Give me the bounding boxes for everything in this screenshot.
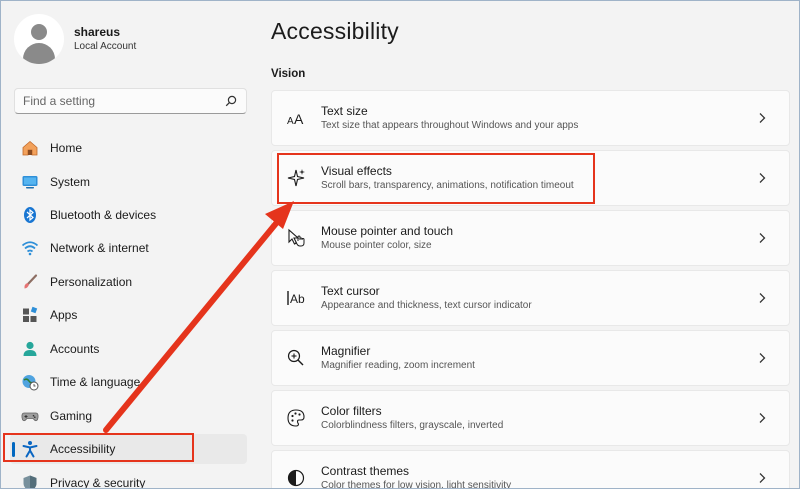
card-description: Magnifier reading, zoom increment	[321, 360, 475, 371]
palette-icon	[285, 407, 307, 429]
svg-text:A: A	[287, 116, 294, 127]
setting-card-color-filters[interactable]: Color filters Colorblindness filters, gr…	[271, 390, 790, 446]
search-box[interactable]	[14, 88, 247, 114]
sidebar-item-home[interactable]: Home	[10, 133, 247, 163]
gamepad-icon	[21, 407, 39, 425]
section-heading-vision: Vision	[271, 68, 306, 80]
setting-card-magnifier[interactable]: Magnifier Magnifier reading, zoom increm…	[271, 330, 790, 386]
network-icon	[21, 239, 39, 257]
user-profile[interactable]: shareus Local Account	[14, 14, 136, 64]
card-description: Scroll bars, transparency, animations, n…	[321, 180, 574, 191]
profile-account-type: Local Account	[74, 41, 137, 52]
sidebar-item-bluetooth[interactable]: Bluetooth & devices	[10, 200, 247, 230]
chevron-right-icon	[759, 413, 766, 423]
sidebar-item-label: Gaming	[50, 409, 93, 423]
mouse-pointer-icon	[285, 227, 307, 249]
card-title: Visual effects	[321, 164, 392, 178]
sidebar-item-label: Privacy & security	[50, 476, 146, 489]
sidebar-item-label: System	[50, 175, 91, 189]
accounts-icon	[21, 340, 39, 358]
sidebar-item-label: Bluetooth & devices	[50, 208, 157, 222]
card-description: Text size that appears throughout Window…	[321, 120, 579, 131]
sidebar-item-network[interactable]: Network & internet	[10, 233, 247, 263]
card-title: Color filters	[321, 404, 382, 418]
sidebar-item-system[interactable]: System	[10, 167, 247, 197]
chevron-right-icon	[759, 233, 766, 243]
setting-card-text-cursor[interactable]: Ab Text cursor Appearance and thickness,…	[271, 270, 790, 326]
setting-card-text-size[interactable]: AA Text size Text size that appears thro…	[271, 90, 790, 146]
card-description: Color themes for low vision, light sensi…	[321, 480, 512, 489]
sidebar-item-gaming[interactable]: Gaming	[10, 401, 247, 431]
card-title: Text size	[321, 104, 368, 118]
sidebar-item-personalization[interactable]: Personalization	[10, 267, 247, 297]
sidebar-item-label: Network & internet	[50, 241, 149, 255]
card-description: Colorblindness filters, grayscale, inver…	[321, 420, 504, 431]
card-title: Magnifier	[321, 344, 371, 358]
chevron-right-icon	[759, 473, 766, 483]
setting-card-contrast-themes[interactable]: Contrast themes Color themes for low vis…	[271, 450, 790, 489]
avatar	[14, 14, 64, 64]
card-description: Appearance and thickness, text cursor in…	[321, 300, 532, 311]
card-title: Text cursor	[321, 284, 380, 298]
apps-icon	[21, 306, 39, 324]
chevron-right-icon	[759, 353, 766, 363]
search-input[interactable]	[23, 94, 224, 108]
brush-icon	[21, 273, 39, 291]
sidebar-item-label: Apps	[50, 308, 78, 322]
main-content: Accessibility Vision AA Text size Text s…	[258, 0, 800, 489]
chevron-right-icon	[759, 293, 766, 303]
visual-effects-icon	[285, 167, 307, 189]
home-icon	[21, 139, 39, 157]
chevron-right-icon	[759, 113, 766, 123]
accessibility-icon	[21, 440, 39, 458]
card-description: Mouse pointer color, size	[321, 240, 432, 251]
sidebar-item-label: Accounts	[50, 342, 100, 356]
sidebar-item-label: Accessibility	[50, 442, 116, 456]
search-icon[interactable]	[224, 94, 238, 108]
sidebar-item-time-language[interactable]: Time & language	[10, 367, 247, 397]
sidebar-item-label: Time & language	[50, 375, 141, 389]
profile-name: shareus	[74, 25, 121, 39]
sidebar-item-apps[interactable]: Apps	[10, 300, 247, 330]
globe-clock-icon	[21, 373, 39, 391]
shield-icon	[21, 474, 39, 489]
sidebar-item-privacy[interactable]: Privacy & security	[10, 468, 247, 489]
setting-card-mouse-pointer[interactable]: Mouse pointer and touch Mouse pointer co…	[271, 210, 790, 266]
svg-text:A: A	[294, 111, 304, 127]
sidebar-item-accounts[interactable]: Accounts	[10, 334, 247, 364]
system-icon	[21, 173, 39, 191]
svg-text:Ab: Ab	[290, 292, 305, 306]
text-size-icon: AA	[285, 107, 307, 129]
card-title: Mouse pointer and touch	[321, 224, 454, 238]
sidebar: shareus Local Account Home System	[0, 0, 258, 489]
magnifier-icon	[285, 347, 307, 369]
page-title: Accessibility	[271, 18, 399, 44]
sidebar-item-label: Personalization	[50, 275, 133, 289]
text-cursor-icon: Ab	[285, 287, 307, 309]
contrast-icon	[285, 467, 307, 489]
card-title: Contrast themes	[321, 464, 410, 478]
bluetooth-icon	[21, 206, 39, 224]
active-indicator	[12, 442, 15, 457]
sidebar-item-accessibility[interactable]: Accessibility	[10, 434, 247, 464]
sidebar-item-label: Home	[50, 141, 83, 155]
chevron-right-icon	[759, 173, 766, 183]
setting-card-visual-effects[interactable]: Visual effects Scroll bars, transparency…	[271, 150, 790, 206]
